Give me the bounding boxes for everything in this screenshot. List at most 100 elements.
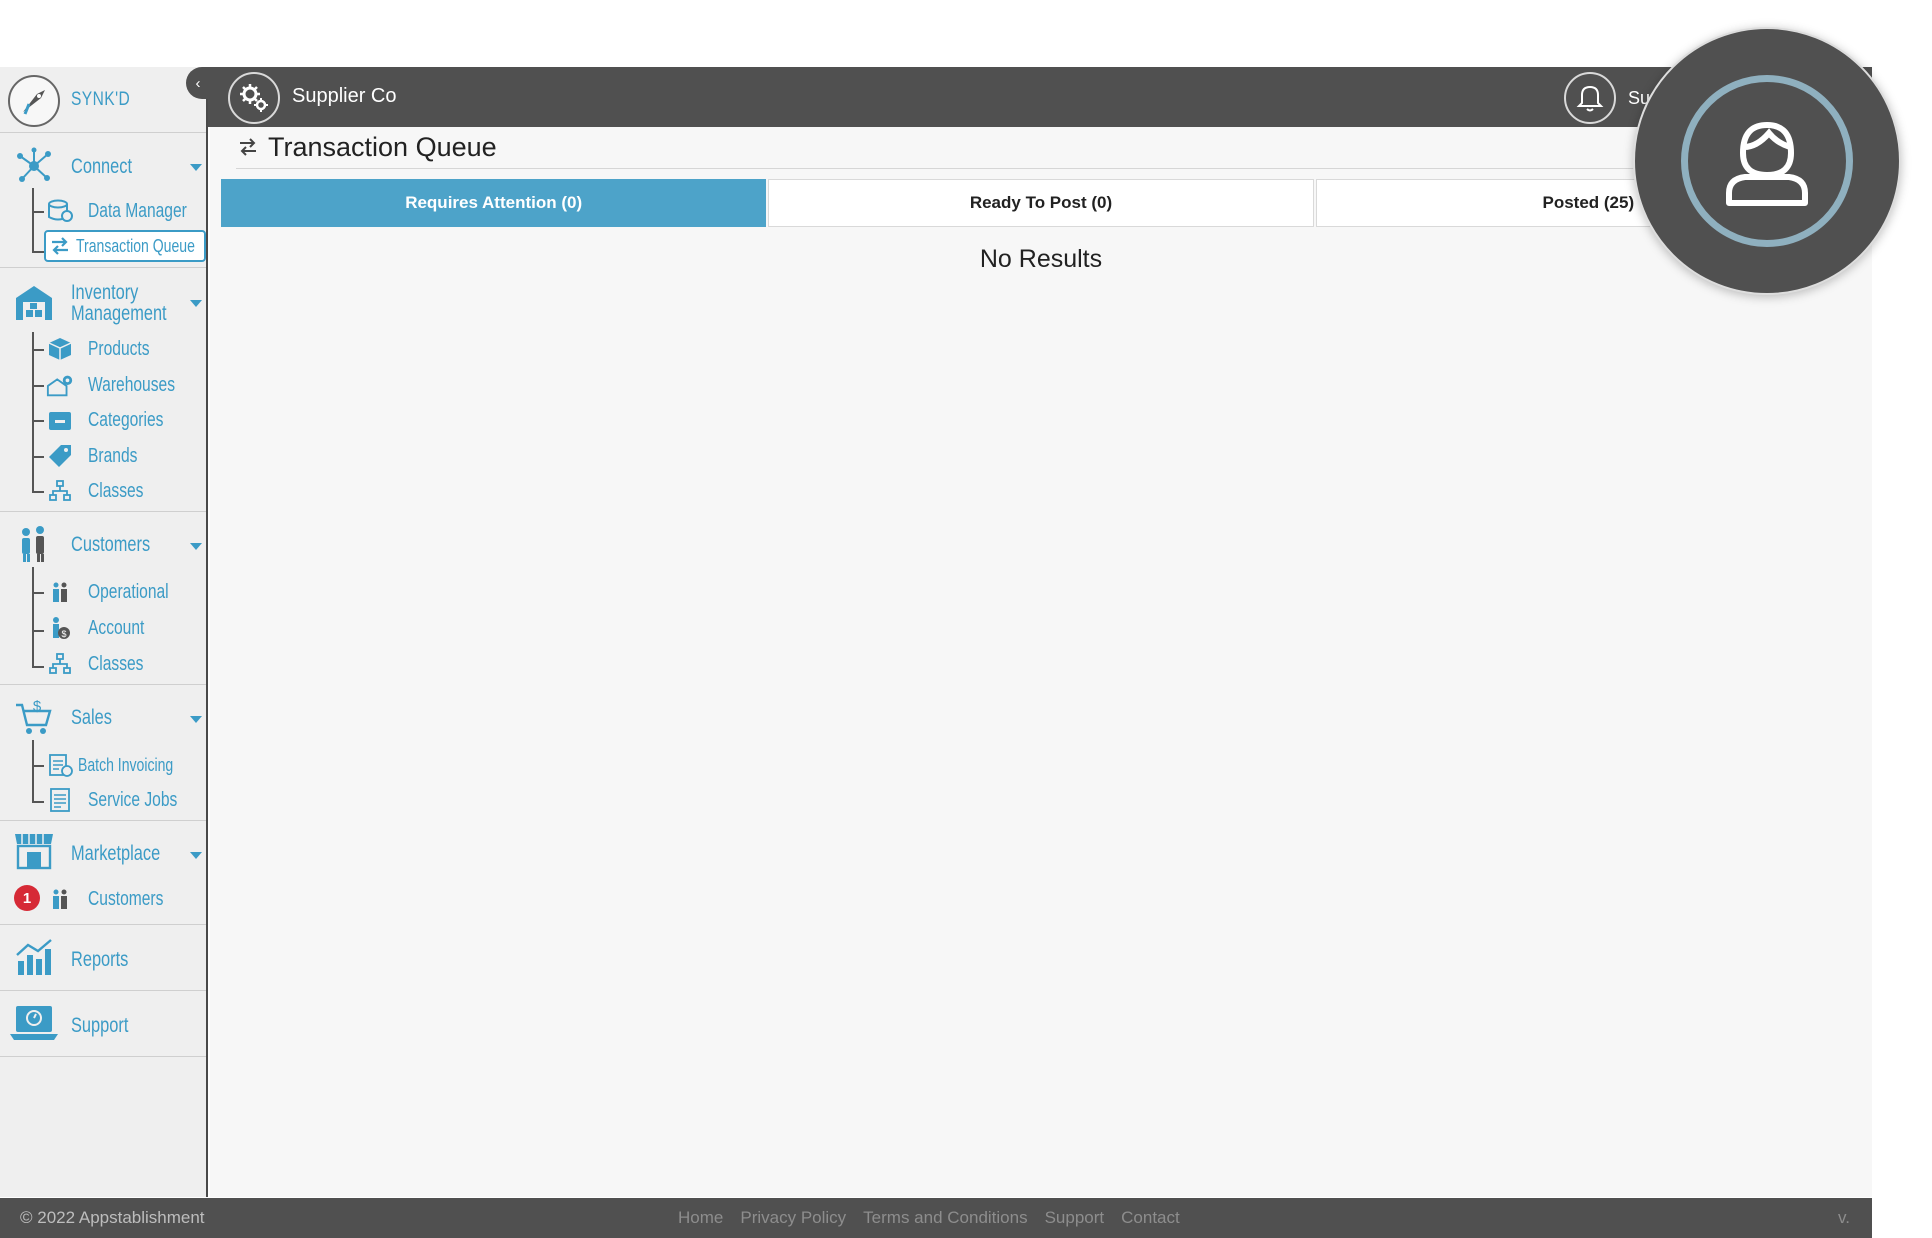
user-icon	[1726, 121, 1808, 206]
user-avatar-button[interactable]	[1633, 27, 1901, 295]
section-marketplace: Marketplace 1 Customers	[0, 821, 206, 925]
sidebar-item-label: Batch Invoicing	[78, 754, 174, 775]
tree-branch	[32, 349, 44, 351]
brand-row[interactable]: SYNK'D	[0, 67, 206, 133]
box-icon	[46, 335, 74, 363]
sidebar-item-transaction-queue[interactable]: Transaction Queue	[44, 230, 206, 262]
sidebar-item-marketplace-customers[interactable]: Customers	[46, 884, 163, 914]
sidebar-item-batch-invoicing[interactable]: Batch Invoicing	[46, 750, 173, 780]
sidebar-item-label: Products	[88, 337, 150, 360]
section-label-support: Support	[71, 1014, 129, 1037]
section-label-reports: Reports	[71, 948, 129, 971]
hierarchy-icon	[46, 477, 74, 505]
collapse-sidebar-button[interactable]: ‹	[186, 67, 210, 99]
sidebar-item-categories[interactable]: Categories	[46, 405, 163, 435]
sidebar-item-label: Customers	[88, 887, 164, 910]
page-header: Transaction Queue	[236, 127, 1872, 169]
section-reports[interactable]: Reports	[0, 925, 206, 991]
people-icon	[46, 885, 74, 913]
chevron-down-icon[interactable]	[190, 716, 202, 723]
section-inventory: Inventory Management Products Warehouses…	[0, 268, 206, 512]
sidebar-item-label: Categories	[88, 408, 164, 431]
brand-logo-icon	[8, 75, 60, 127]
warehouse-location-icon	[46, 371, 74, 399]
account-money-icon: $	[46, 614, 74, 642]
footer-link-terms[interactable]: Terms and Conditions	[863, 1208, 1027, 1228]
sidebar-item-operational[interactable]: Operational	[46, 577, 169, 607]
network-icon	[12, 144, 56, 188]
section-support[interactable]: Support	[0, 991, 206, 1057]
document-icon	[46, 786, 74, 814]
footer-link-home[interactable]: Home	[678, 1208, 723, 1228]
drawer-icon	[46, 406, 74, 434]
chevron-left-icon: ‹	[195, 74, 201, 92]
tree-branch	[32, 666, 44, 668]
brand-name: SYNK'D	[71, 89, 131, 110]
chevron-down-icon[interactable]	[190, 543, 202, 550]
sidebar-item-label: Account	[88, 616, 145, 639]
sidebar-item-label: Operational	[88, 580, 169, 603]
tree-branch	[32, 491, 44, 493]
tree-branch	[32, 456, 44, 458]
tree-branch	[32, 251, 44, 253]
section-label-sales[interactable]: Sales	[71, 707, 112, 728]
storefront-icon	[12, 829, 56, 873]
sidebar-item-label: Data Manager	[88, 199, 187, 222]
notification-badge: 1	[14, 885, 40, 911]
people-icon	[46, 578, 74, 606]
empty-state-message: No Results	[979, 245, 1103, 273]
sidebar-item-label: Classes	[88, 652, 144, 675]
transfer-icon	[46, 232, 74, 260]
notifications-bell-icon[interactable]	[1564, 72, 1616, 124]
top-bar: Supplier Co Su	[208, 67, 1872, 127]
sidebar-item-data-manager[interactable]: Data Manager	[46, 196, 187, 226]
sidebar-item-customer-classes[interactable]: Classes	[46, 649, 143, 679]
sidebar-item-classes[interactable]: Classes	[46, 476, 143, 506]
tree-branch	[32, 592, 44, 594]
section-label-connect[interactable]: Connect	[71, 156, 132, 177]
section-sales: $ Sales Batch Invoicing Service Jobs	[0, 685, 206, 821]
tree-line	[32, 188, 34, 252]
sidebar-item-account[interactable]: $ Account	[46, 613, 144, 643]
queue-tabs: Requires Attention (0) Ready To Post (0)…	[221, 179, 1861, 227]
sidebar: SYNK'D Connect Data Manager Transaction …	[0, 67, 208, 1197]
sidebar-item-label: Transaction Queue	[76, 235, 195, 256]
transfer-icon	[236, 135, 260, 159]
section-label-marketplace[interactable]: Marketplace	[71, 843, 160, 864]
tree-line	[32, 567, 34, 668]
invoice-stack-icon	[46, 751, 74, 779]
tree-line	[32, 740, 34, 803]
footer-link-contact[interactable]: Contact	[1121, 1208, 1180, 1228]
sidebar-item-service-jobs[interactable]: Service Jobs	[46, 785, 177, 815]
version-text: v.	[1838, 1208, 1850, 1227]
section-label-customers[interactable]: Customers	[71, 534, 150, 555]
footer-link-support[interactable]: Support	[1045, 1208, 1105, 1228]
tree-branch	[32, 385, 44, 387]
sidebar-item-products[interactable]: Products	[46, 334, 150, 364]
chevron-down-icon[interactable]	[190, 852, 202, 859]
svg-text:$: $	[33, 698, 42, 715]
tab-ready-to-post[interactable]: Ready To Post (0)	[768, 179, 1314, 227]
tree-branch	[32, 420, 44, 422]
tree-branch	[32, 630, 44, 632]
section-label-inventory-line1[interactable]: Inventory	[71, 282, 138, 303]
footer-link-privacy[interactable]: Privacy Policy	[740, 1208, 846, 1228]
section-label-inventory-line2[interactable]: Management	[71, 303, 167, 324]
sidebar-item-label: Warehouses	[88, 373, 176, 396]
sidebar-item-label: Service Jobs	[88, 788, 178, 811]
svg-text:$: $	[61, 629, 66, 639]
tree-line	[32, 332, 34, 493]
tree-branch	[32, 765, 44, 767]
sidebar-item-brands[interactable]: Brands	[46, 441, 137, 471]
organization-name[interactable]: Supplier Co	[292, 85, 397, 108]
chevron-down-icon[interactable]	[190, 164, 202, 171]
sidebar-item-warehouses[interactable]: Warehouses	[46, 370, 175, 400]
app-root: SYNK'D Connect Data Manager Transaction …	[0, 0, 1932, 1238]
copyright-text: © 2022 Appstablishment	[20, 1208, 205, 1227]
people-icon	[12, 522, 56, 566]
settings-gears-icon[interactable]	[228, 72, 280, 124]
chevron-down-icon[interactable]	[190, 300, 202, 307]
tab-requires-attention[interactable]: Requires Attention (0)	[221, 179, 767, 227]
warehouse-icon	[12, 280, 56, 324]
sidebar-item-label: Brands	[88, 444, 138, 467]
